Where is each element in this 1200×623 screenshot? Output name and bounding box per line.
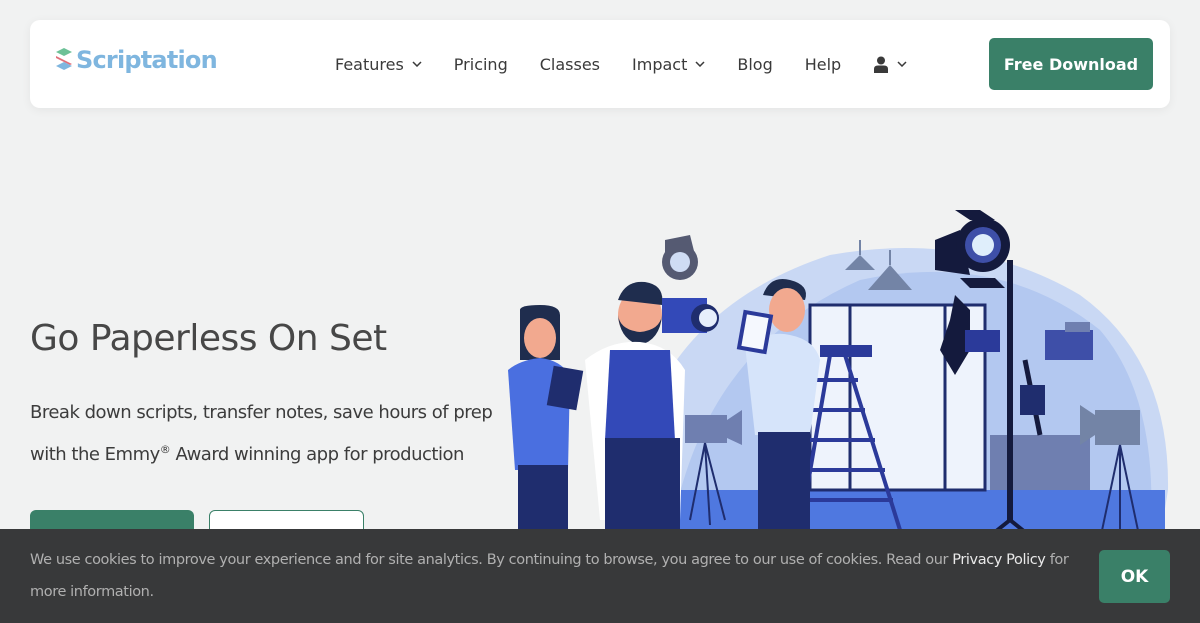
top-navbar: Scriptation Features Pricing Classes Imp…	[30, 20, 1170, 108]
nav-item-help[interactable]: Help	[805, 55, 841, 74]
logo-wordmark: Scriptation	[76, 46, 218, 74]
nav-item-classes[interactable]: Classes	[540, 55, 600, 74]
nav-item-impact[interactable]: Impact	[632, 55, 705, 74]
nav-label: Blog	[737, 54, 773, 74]
woman-with-tablet	[508, 305, 584, 540]
hero-subtitle-line2b: Award winning app for production	[170, 444, 464, 465]
privacy-policy-link[interactable]: Privacy Policy	[952, 552, 1046, 568]
nav-label: Classes	[539, 54, 601, 74]
scriptation-logo-icon	[56, 48, 72, 70]
film-crew-illustration	[508, 210, 1169, 540]
hero-title: Go Paperless On Set	[30, 318, 387, 359]
account-menu[interactable]	[873, 56, 907, 73]
equipment-box	[990, 435, 1090, 490]
free-download-button[interactable]: Free Download	[989, 38, 1153, 90]
nav-label: Features	[335, 54, 404, 74]
nav-item-blog[interactable]: Blog	[737, 55, 772, 74]
chevron-down-icon	[695, 61, 705, 67]
cookie-banner: We use cookies to improve your experienc…	[0, 529, 1200, 623]
user-icon	[874, 56, 889, 73]
nav-label: Help	[804, 54, 842, 74]
cookie-message: We use cookies to improve your experienc…	[30, 544, 1070, 608]
chevron-down-icon	[412, 61, 422, 67]
nav-item-pricing[interactable]: Pricing	[454, 55, 508, 74]
hero-subtitle: Break down scripts, transfer notes, save…	[30, 392, 500, 476]
hero-subtitle-line2a: with the Emmy	[30, 444, 160, 465]
main-nav: Features Pricing Classes Impact Blog Hel…	[335, 20, 907, 108]
cookie-text-before: We use cookies to improve your experienc…	[30, 552, 953, 568]
chevron-down-icon	[897, 61, 907, 67]
nav-label: Impact	[632, 54, 688, 74]
hero-subtitle-line1: Break down scripts, transfer notes, save…	[30, 402, 493, 423]
nav-label: Pricing	[453, 54, 508, 74]
nav-item-features[interactable]: Features	[335, 55, 422, 74]
registered-mark: ®	[159, 443, 171, 456]
cookie-ok-button[interactable]: OK	[1099, 550, 1170, 603]
logo-link[interactable]: Scriptation	[54, 46, 218, 74]
